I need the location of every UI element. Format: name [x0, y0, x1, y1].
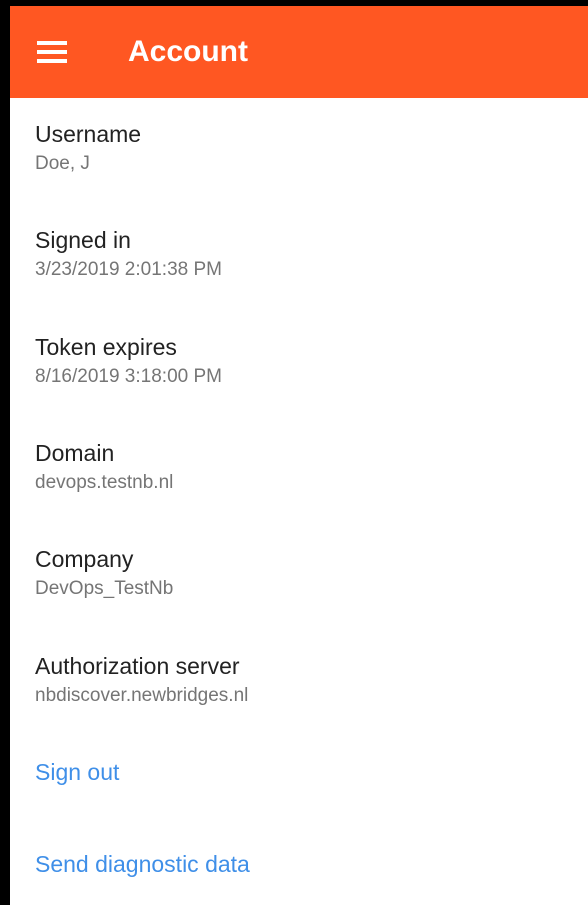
- field-label-username: Username: [35, 121, 142, 147]
- field-domain: Domain devops.testnb.nl: [35, 439, 575, 495]
- app-bar: Account: [10, 6, 588, 98]
- page-title: Account: [128, 35, 248, 68]
- field-value-domain: devops.testnb.nl: [35, 472, 174, 493]
- send-diagnostic-data-link[interactable]: Send diagnostic data: [35, 850, 250, 878]
- field-label-authorization-server: Authorization server: [35, 653, 240, 679]
- field-value-authorization-server: nbdiscover.newbridges.nl: [35, 685, 249, 706]
- field-signed-in: Signed in 3/23/2019 2:01:38 PM: [35, 226, 575, 282]
- menu-button[interactable]: [24, 24, 80, 80]
- field-value-token-expires: 8/16/2019 3:18:00 PM: [35, 366, 222, 387]
- field-label-token-expires: Token expires: [35, 334, 177, 360]
- field-value-signed-in: 3/23/2019 2:01:38 PM: [35, 259, 222, 280]
- field-username: Username Doe, J: [35, 120, 575, 176]
- field-token-expires: Token expires 8/16/2019 3:18:00 PM: [35, 333, 575, 389]
- field-authorization-server: Authorization server nbdiscover.newbridg…: [35, 652, 575, 708]
- field-value-username: Doe, J: [35, 153, 90, 174]
- sign-out-link[interactable]: Sign out: [35, 758, 119, 786]
- field-company: Company DevOps_TestNb: [35, 545, 575, 601]
- hamburger-menu-icon: [37, 41, 67, 63]
- field-value-company: DevOps_TestNb: [35, 578, 174, 599]
- field-label-domain: Domain: [35, 440, 115, 466]
- field-label-company: Company: [35, 546, 134, 572]
- account-screen: Account Username Doe, J Signed in 3/23/2…: [10, 6, 588, 905]
- field-label-signed-in: Signed in: [35, 227, 131, 253]
